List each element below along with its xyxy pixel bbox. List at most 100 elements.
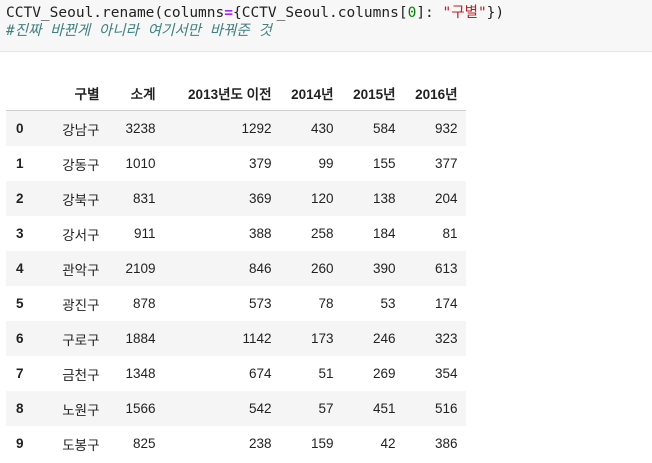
cell-before-2013: 369 [248,191,272,206]
table-row: 5 광진구 878 573 78 53 174 [6,286,466,321]
cell-2015: 390 [372,261,396,276]
row-index: 8 [16,401,24,416]
cell-2016: 354 [434,366,458,381]
cell-district: 관악구 [62,262,100,278]
cell-total: 1884 [125,331,156,346]
cell-total: 825 [132,436,156,451]
cell-2014: 173 [310,331,334,346]
cell-district: 강동구 [62,157,100,173]
code-middle: {CCTV_Seoul.columns[ [232,5,408,21]
cell-district: 도봉구 [62,437,100,453]
cell-2016: 81 [442,226,458,241]
output-area: 구별 소계 2013년도 이전 2014년 2015년 2016년 0 강남구 … [6,76,466,461]
table-row: 4 관악구 2109 846 260 390 613 [6,251,466,286]
code-prefix: CCTV_Seoul.rename(columns [6,5,225,21]
row-index: 1 [16,156,24,171]
cell-2014: 159 [310,436,334,451]
row-index: 0 [16,121,24,136]
cell-2014: 260 [310,261,334,276]
row-index: 4 [16,261,24,276]
cell-district: 구로구 [62,332,100,348]
row-index: 7 [16,366,24,381]
row-index: 3 [16,226,24,241]
cell-total: 1010 [125,156,156,171]
cell-2015: 451 [372,401,396,416]
cell-2016: 377 [434,156,458,171]
cell-2015: 138 [372,191,396,206]
cell-before-2013: 1142 [242,331,272,346]
cell-2015: 42 [380,436,396,451]
cell-2015: 269 [372,366,396,381]
code-comment[interactable]: #진짜 바뀐게 아니라 여기서만 바꿔준 것 [6,22,272,40]
cell-before-2013: 238 [248,436,272,451]
notebook-page: CCTV_Seoul.rename(columns={CCTV_Seoul.co… [0,0,652,463]
code-line-rename[interactable]: CCTV_Seoul.rename(columns={CCTV_Seoul.co… [6,4,504,22]
cell-2014: 51 [318,366,334,381]
cell-before-2013: 1292 [241,121,272,136]
table-row: 3 강서구 911 388 258 184 81 [6,216,466,251]
cell-before-2013: 542 [248,401,272,416]
table-row: 6 구로구 1884 1142 173 246 323 [6,321,466,356]
cell-district: 금천구 [62,367,100,383]
cell-2014: 430 [310,121,334,136]
cell-district: 강서구 [62,227,100,243]
cell-2016: 174 [434,296,458,311]
cell-before-2013: 674 [248,366,272,381]
row-index: 2 [16,191,24,206]
cell-total: 2109 [125,261,156,276]
cell-total: 878 [132,296,156,311]
cell-2014: 57 [318,401,334,416]
code-operator: = [224,5,233,21]
table-row: 7 금천구 1348 674 51 269 354 [6,356,466,391]
header-district: 구별 [47,76,108,111]
code-string: "구별" [442,5,487,21]
cell-total: 911 [133,226,156,241]
cell-2016: 613 [434,261,458,276]
table-row: 1 강동구 1010 379 99 155 377 [6,146,466,181]
row-index: 9 [16,436,24,451]
code-suffix: }) [486,5,505,21]
cell-2016: 516 [434,401,458,416]
dataframe-table: 구별 소계 2013년도 이전 2014년 2015년 2016년 0 강남구 … [6,76,466,461]
cell-2015: 246 [372,331,396,346]
cell-total: 1348 [125,366,156,381]
table-row: 9 도봉구 825 238 159 42 386 [6,426,466,461]
cell-2015: 584 [372,121,396,136]
cell-district: 노원구 [62,402,100,418]
cell-before-2013: 388 [248,226,272,241]
cell-total: 3238 [125,121,156,136]
table-header-row: 구별 소계 2013년도 이전 2014년 2015년 2016년 [6,76,466,111]
cell-2014: 120 [310,191,334,206]
cell-2016: 932 [434,121,458,136]
cell-2016: 386 [434,436,458,451]
cell-before-2013: 573 [248,296,272,311]
header-2014: 2014년 [279,76,342,111]
cell-2015: 155 [372,156,396,171]
code-cell[interactable]: CCTV_Seoul.rename(columns={CCTV_Seoul.co… [0,0,652,52]
row-index: 6 [16,331,24,346]
table-row: 2 강북구 831 369 120 138 204 [6,181,466,216]
cell-district: 강남구 [62,122,100,138]
header-2015: 2015년 [341,76,404,111]
cell-before-2013: 379 [248,156,272,171]
cell-2016: 204 [434,191,458,206]
row-index: 5 [16,296,24,311]
header-2016: 2016년 [403,76,466,111]
header-before-2013: 2013년도 이전 [163,76,280,111]
cell-2015: 184 [372,226,396,241]
code-middle-2: ]: [416,5,443,21]
cell-2016: 323 [434,331,458,346]
cell-district: 광진구 [62,297,100,313]
cell-before-2013: 846 [248,261,272,276]
cell-2014: 99 [318,156,334,171]
header-index [6,76,48,111]
header-total: 소계 [107,76,164,111]
table-row: 8 노원구 1566 542 57 451 516 [6,391,466,426]
cell-total: 1566 [125,401,156,416]
cell-2014: 78 [318,296,334,311]
table-row: 0 강남구 3238 1292 430 584 932 [6,110,466,146]
cell-total: 831 [132,191,156,206]
cell-district: 강북구 [62,192,100,208]
cell-2014: 258 [310,226,334,241]
cell-2015: 53 [380,296,396,311]
